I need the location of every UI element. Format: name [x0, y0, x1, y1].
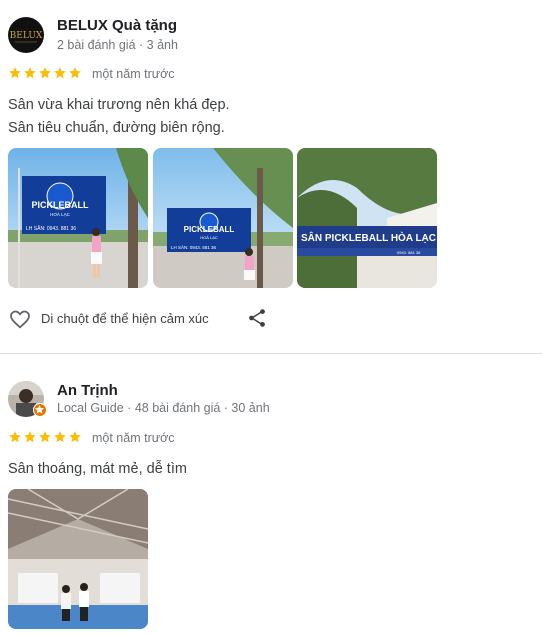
- react-label: Di chuột để thể hiện cảm xúc: [41, 311, 209, 326]
- banner-phone: LH SÂN: 0943. 881 36: [26, 225, 76, 232]
- review-photo[interactable]: [8, 489, 148, 629]
- rating-stars: [8, 430, 82, 444]
- avatar[interactable]: BELUX: [8, 17, 44, 53]
- share-icon[interactable]: [246, 307, 268, 329]
- author-name[interactable]: An Trịnh: [57, 382, 118, 399]
- review-text-line: Sân thoáng, mát mẻ, dễ tìm: [8, 461, 187, 477]
- sign-phone: 0943. 881 36: [397, 250, 421, 255]
- heart-icon[interactable]: [8, 307, 32, 331]
- author-meta: 2 bài đánh giá · 3 ảnh: [57, 38, 178, 52]
- banner-title: PICKLEBALL: [184, 225, 235, 234]
- star-icon: [9, 67, 21, 79]
- review-text-line: Sân vừa khai trương nên khá đẹp.: [8, 97, 230, 113]
- banner-phone: LH SÂN: 0943. 881 36: [171, 244, 217, 250]
- banner-sub: HOÀ LẠC: [200, 235, 218, 240]
- star-icon: [69, 67, 81, 79]
- author-meta: Local Guide · 48 bài đánh giá · 30 ảnh: [57, 401, 270, 415]
- review-text-line: Sân tiêu chuẩn, đường biên rộng.: [8, 120, 225, 136]
- star-icon: [54, 67, 66, 79]
- star-icon: [24, 431, 36, 443]
- local-guide-badge-icon: [33, 403, 47, 417]
- star-icon: [39, 67, 51, 79]
- banner-title: PICKLEBALL: [32, 200, 89, 210]
- author-name[interactable]: BELUX Quà tặng: [57, 17, 177, 34]
- star-icon: [69, 431, 81, 443]
- star-icon: [54, 431, 66, 443]
- review-time: một năm trước: [92, 431, 175, 445]
- review-actions: Di chuột để thể hiện cảm xúc: [8, 306, 278, 332]
- banner-sub: HOÀ LẠC: [50, 211, 71, 217]
- review-photo[interactable]: SÂN PICKLEBALL HÒA LẠC 0943. 881 36: [297, 148, 437, 288]
- divider: [0, 353, 542, 354]
- star-icon: [9, 431, 21, 443]
- rating-stars: [8, 66, 82, 80]
- review-photo[interactable]: PICKLEBALL HOÀ LẠC LH SÂN: 0943. 881 36: [8, 148, 148, 288]
- star-icon: [39, 431, 51, 443]
- sign-text: SÂN PICKLEBALL HÒA LẠC: [301, 231, 436, 244]
- review-photo[interactable]: PICKLEBALL HOÀ LẠC LH SÂN: 0943. 881 36: [153, 148, 293, 288]
- avatar-logo-text: BELUX: [10, 31, 43, 41]
- star-icon: [24, 67, 36, 79]
- review-time: một năm trước: [92, 67, 175, 81]
